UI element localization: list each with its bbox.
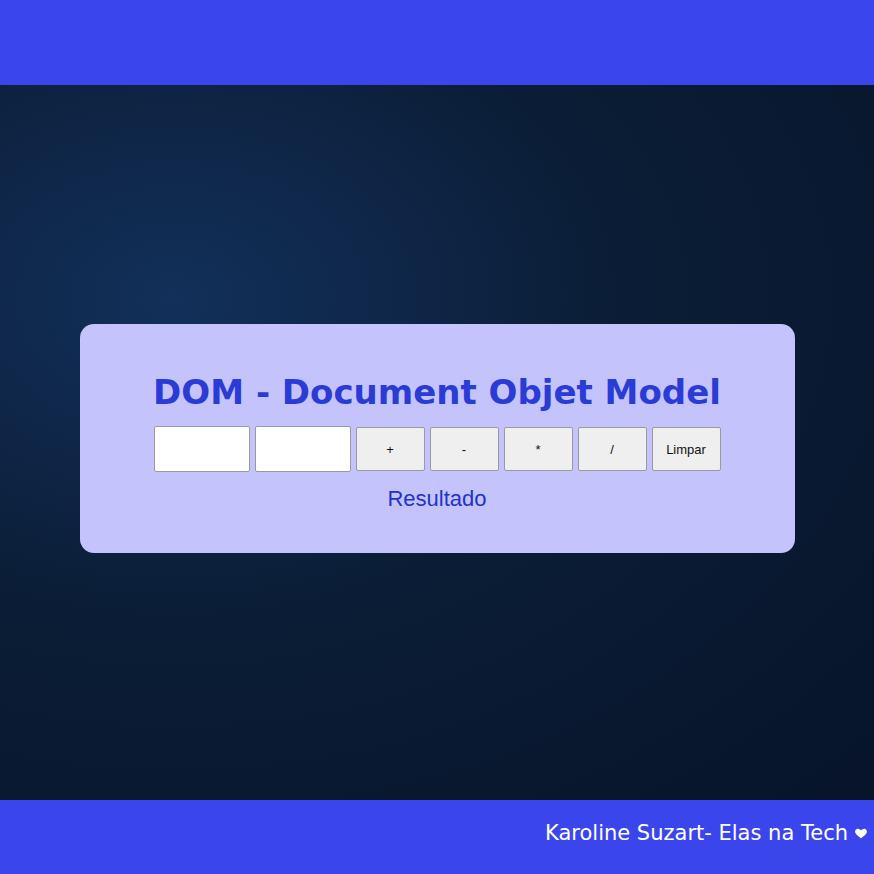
footer-text: Karoline Suzart- Elas na Tech [545,821,848,845]
number-input[interactable] [255,426,351,472]
page: DOM - Document Objet Model +-*/Limpar Resu… [0,0,874,874]
operation-button[interactable]: - [430,427,499,471]
heart-icon [854,826,868,840]
background-image: DOM - Document Objet Model +-*/Limpar Resu… [0,85,874,800]
result: Resultado [387,486,486,512]
number-input[interactable] [154,426,250,472]
operation-button[interactable]: + [356,427,425,471]
operation-button[interactable]: Limpar [652,427,721,471]
footer: Karoline Suzart- Elas na Tech [0,800,874,874]
title: DOM - Document Objet Model [153,372,721,412]
calculator-card: DOM - Document Objet Model +-*/Limpar Resu… [80,324,795,553]
operation-button[interactable]: / [578,427,647,471]
top-bar [0,0,874,85]
operation-button[interactable]: * [504,427,573,471]
controls-row: +-*/Limpar [154,426,721,472]
